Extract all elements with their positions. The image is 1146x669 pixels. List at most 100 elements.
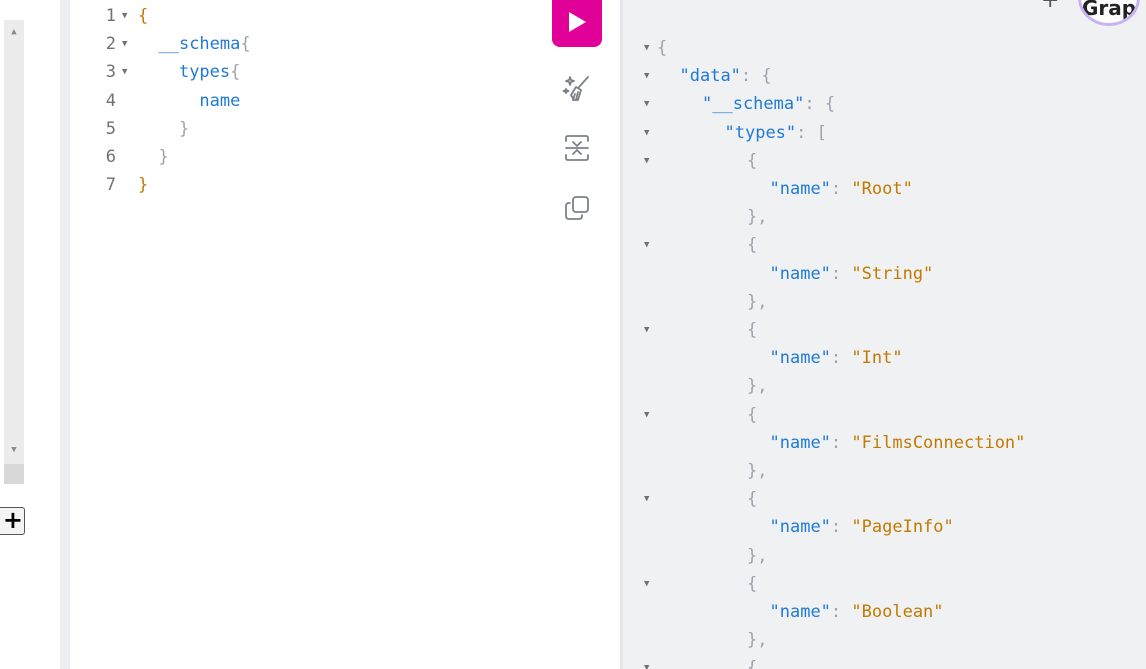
code-text: types{ bbox=[138, 58, 240, 86]
result-line: "name": "PageInfo" bbox=[623, 513, 1143, 541]
result-line: }, bbox=[623, 542, 1143, 570]
result-code: { bbox=[747, 316, 757, 344]
result-code: }, bbox=[747, 288, 767, 316]
json-punctuation: : bbox=[830, 179, 852, 199]
scroll-down-icon[interactable]: ▼ bbox=[4, 442, 24, 458]
prettify-button[interactable] bbox=[560, 74, 594, 108]
brace-token: } bbox=[158, 147, 169, 167]
json-string: "Boolean" bbox=[851, 602, 944, 622]
editor-line[interactable]: 7} bbox=[70, 171, 550, 199]
result-line: }, bbox=[623, 626, 1143, 654]
fold-arrow-icon[interactable]: ▼ bbox=[644, 316, 649, 344]
editor-line[interactable]: 2 ▼ __schema{ bbox=[70, 30, 550, 58]
fold-arrow-icon[interactable]: ▼ bbox=[644, 34, 649, 62]
result-code: }, bbox=[747, 542, 767, 570]
json-key: "data" bbox=[679, 66, 741, 87]
result-code: { bbox=[657, 34, 667, 62]
json-punctuation: : bbox=[830, 602, 852, 622]
result-code: { bbox=[747, 485, 757, 513]
result-line: ▼{ bbox=[623, 147, 1143, 175]
result-line: ▼ "data": { bbox=[623, 62, 1143, 90]
fold-arrow-icon[interactable]: ▼ bbox=[644, 485, 649, 513]
brace-token: { bbox=[230, 62, 241, 83]
add-button[interactable]: + bbox=[1041, 0, 1059, 13]
result-line: ▼{ bbox=[623, 485, 1143, 513]
fold-arrow-icon[interactable]: ▼ bbox=[122, 30, 127, 58]
json-punctuation: : bbox=[830, 263, 852, 284]
json-punctuation: { bbox=[747, 235, 758, 256]
field-token: __schema bbox=[158, 34, 241, 55]
editor-line[interactable]: 3 ▼ types{ bbox=[70, 58, 550, 86]
json-key: "__schema" bbox=[702, 94, 805, 115]
json-punctuation: { bbox=[747, 489, 758, 510]
fold-arrow-icon[interactable]: ▼ bbox=[122, 2, 127, 30]
fold-arrow-icon[interactable]: ▼ bbox=[644, 147, 649, 175]
editor-line[interactable]: 6 } bbox=[70, 143, 550, 171]
result-code: }, bbox=[747, 626, 767, 654]
fold-arrow-icon[interactable]: ▼ bbox=[644, 570, 649, 598]
result-code: "name": "String" bbox=[770, 260, 934, 288]
fold-arrow-icon[interactable]: ▼ bbox=[122, 58, 127, 86]
result-line: "name": "Root" bbox=[623, 175, 1143, 203]
result-code: }, bbox=[747, 457, 767, 485]
json-punctuation: }, bbox=[747, 207, 768, 228]
query-editor[interactable]: 1 ▼{2 ▼ __schema{3 ▼ types{4 name 5 } 6 } 7} bbox=[70, 0, 620, 669]
result-line: ▼{ bbox=[623, 34, 1143, 62]
json-key: "name" bbox=[769, 263, 831, 284]
fold-arrow-icon[interactable]: ▼ bbox=[644, 119, 649, 147]
result-line: ▼{ bbox=[623, 654, 1143, 669]
json-key: "name" bbox=[769, 517, 831, 538]
editor-line[interactable]: 4 name bbox=[70, 87, 550, 115]
json-string: "String" bbox=[851, 263, 934, 284]
result-code: "data": { bbox=[680, 62, 772, 90]
copy-button[interactable] bbox=[560, 193, 594, 227]
scroll-thumb[interactable] bbox=[4, 464, 24, 484]
result-line: ▼{ bbox=[623, 570, 1143, 598]
result-code: }, bbox=[747, 372, 767, 400]
brace-token: } bbox=[178, 118, 190, 139]
result-line: }, bbox=[623, 203, 1143, 231]
editor-line[interactable]: 1 ▼ { bbox=[70, 2, 550, 30]
result-line: ▼{ bbox=[623, 231, 1143, 259]
result-line: "name": "Int" bbox=[623, 344, 1143, 372]
fold-arrow-icon[interactable]: ▼ bbox=[644, 231, 649, 259]
line-number: 1 bbox=[105, 6, 116, 26]
editor-line[interactable]: 5 } bbox=[70, 115, 550, 143]
json-punctuation: { bbox=[747, 404, 758, 425]
scroll-up-icon[interactable]: ▲ bbox=[4, 24, 24, 40]
line-number: 2 bbox=[105, 34, 116, 55]
result-line: }, bbox=[623, 457, 1143, 485]
result-line: ▼ "__schema": { bbox=[623, 90, 1143, 118]
json-string: "Root" bbox=[851, 179, 913, 199]
sidebar-scrollbar[interactable]: ▲ ▼ bbox=[4, 20, 24, 484]
result-code: { bbox=[747, 231, 757, 259]
result-viewer[interactable]: ▼{▼ "data": {▼ "__schema": {▼ "types": [▼{"… bbox=[623, 0, 1146, 669]
result-line: "name": "FilmsConnection" bbox=[623, 429, 1143, 457]
result-line: ▼ "types": [ bbox=[623, 119, 1143, 147]
code-text: } bbox=[138, 143, 169, 171]
json-string: "FilmsConnection" bbox=[851, 432, 1026, 453]
result-code: { bbox=[747, 570, 757, 598]
fold-arrow-icon[interactable]: ▼ bbox=[644, 401, 649, 429]
json-punctuation: }, bbox=[747, 376, 768, 397]
result-code: { bbox=[747, 401, 757, 429]
json-punctuation: { bbox=[747, 573, 758, 594]
json-punctuation: : { bbox=[804, 94, 836, 115]
fold-arrow-icon[interactable]: ▼ bbox=[644, 654, 649, 669]
json-punctuation: { bbox=[747, 320, 758, 340]
result-code: }, bbox=[747, 203, 767, 231]
result-code: "types": [ bbox=[725, 119, 827, 147]
result-code: "name": "Boolean" bbox=[770, 598, 944, 626]
result-code: "name": "Int" bbox=[770, 344, 903, 372]
run-button[interactable] bbox=[552, 0, 602, 47]
fold-arrow-icon[interactable]: ▼ bbox=[644, 90, 649, 118]
add-tab-button[interactable]: + bbox=[0, 507, 25, 535]
merge-button[interactable] bbox=[560, 133, 594, 167]
json-key: "types" bbox=[724, 122, 797, 143]
result-line: }, bbox=[623, 372, 1143, 400]
result-code: "name": "Root" bbox=[770, 175, 913, 203]
json-punctuation: : bbox=[830, 432, 852, 453]
code-text: name bbox=[138, 87, 240, 115]
json-punctuation: { bbox=[747, 658, 758, 669]
fold-arrow-icon[interactable]: ▼ bbox=[644, 62, 649, 90]
